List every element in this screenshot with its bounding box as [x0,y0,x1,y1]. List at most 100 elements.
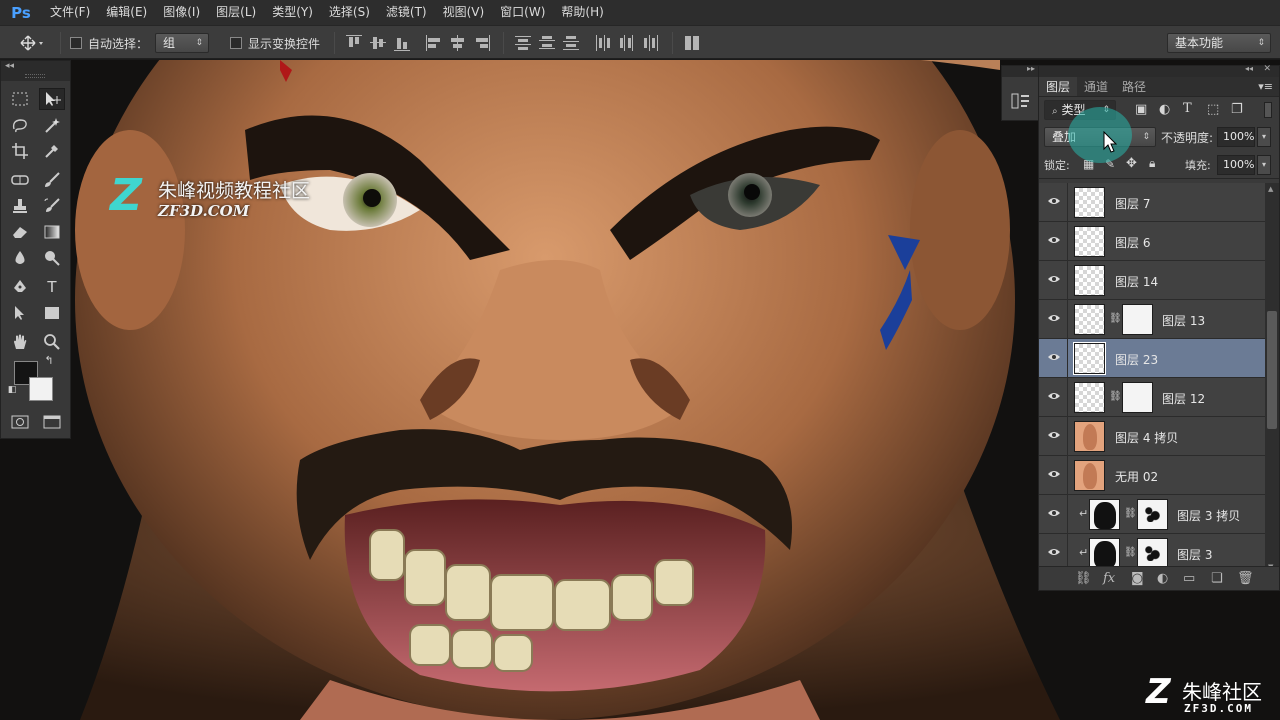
layer-thumbnail[interactable] [1073,342,1106,375]
layer-thumbnail[interactable] [1074,265,1105,296]
layer-name[interactable]: 图层 23 [1115,351,1158,368]
mask-link-icon[interactable]: ⛓ [1124,547,1137,558]
crop-icon[interactable] [7,140,33,162]
layer-name[interactable]: 图层 4 拷贝 [1115,429,1178,446]
opacity-slider-arrow-icon[interactable]: ▾ [1257,127,1271,147]
healing-icon[interactable] [7,169,33,191]
layer-thumbnail[interactable] [1074,460,1105,491]
layer-thumbnail[interactable] [1089,538,1120,569]
visibility-eye-icon[interactable] [1047,273,1061,283]
fill-field[interactable]: 100% [1217,155,1255,175]
menu-file[interactable]: 文件(F) [42,0,98,25]
layer-name[interactable]: 图层 6 [1115,234,1150,251]
menu-edit[interactable]: 编辑(E) [98,0,155,25]
distribute-hcenter-icon[interactable] [619,35,635,51]
layer-thumbnail[interactable] [1074,382,1105,413]
hand-icon[interactable] [7,331,33,353]
delete-layer-icon[interactable]: 🗑︎ [1237,571,1254,586]
layer-name[interactable]: 图层 3 [1177,546,1212,563]
layer-thumbnail[interactable] [1074,226,1105,257]
layer-row[interactable]: 无用 02 [1039,456,1265,495]
layer-mask-thumbnail[interactable] [1137,499,1168,530]
gradient-icon[interactable] [39,221,65,243]
layer-row[interactable]: 图层 14 [1039,261,1265,300]
layers-scrollbar[interactable]: ▲ ▼ [1265,183,1279,573]
layer-mask-thumbnail[interactable] [1122,382,1153,413]
align-bottom-edges-icon[interactable] [394,35,410,51]
background-color-swatch[interactable] [29,377,53,401]
layer-row[interactable]: 图层 23 [1039,339,1265,378]
move-tool-preset-icon[interactable] [20,34,46,52]
tab-layers[interactable]: 图层 [1039,77,1078,96]
layer-row[interactable]: 图层 4 拷贝 [1039,417,1265,456]
panel-menu-icon[interactable]: ▾≡ [1258,80,1273,93]
eraser-icon[interactable] [7,221,33,243]
layer-row[interactable]: ↵ ⛓ 图层 3 拷贝 [1039,495,1265,534]
menu-window[interactable]: 窗口(W) [492,0,553,25]
menu-view[interactable]: 视图(V) [435,0,493,25]
layer-name[interactable]: 图层 7 [1115,195,1150,212]
menu-type[interactable]: 类型(Y) [264,0,321,25]
dodge-icon[interactable] [39,247,65,269]
scroll-thumb[interactable] [1267,311,1277,429]
transform-controls-checkbox[interactable] [230,37,242,49]
visibility-eye-icon[interactable] [1047,312,1061,322]
menu-select[interactable]: 选择(S) [321,0,378,25]
screen-mode-icon[interactable] [39,411,65,433]
pen-icon[interactable] [7,276,33,298]
distribute-right-icon[interactable] [643,35,659,51]
marquee-icon[interactable] [7,88,33,110]
menu-image[interactable]: 图像(I) [155,0,208,25]
tab-channels[interactable]: 通道 [1077,77,1115,96]
collapse-icon[interactable]: ◂◂ [5,61,14,71]
menu-filter[interactable]: 滤镜(T) [378,0,435,25]
distribute-vcenter-icon[interactable] [539,35,555,51]
filter-adjustment-icon[interactable]: ◐ [1159,102,1170,117]
distribute-left-icon[interactable] [595,35,611,51]
tools-panel-header[interactable]: ◂◂ [1,61,70,81]
scroll-up-icon[interactable]: ▲ [1268,185,1273,193]
layer-name[interactable]: 图层 12 [1162,390,1205,407]
opacity-field[interactable]: 100% [1217,127,1255,147]
type-icon[interactable]: T [39,276,65,298]
layer-mask-thumbnail[interactable] [1137,538,1168,569]
layer-thumbnail[interactable] [1074,187,1105,218]
mask-link-icon[interactable]: ⛓ [1109,391,1122,402]
mask-link-icon[interactable]: ⛓ [1124,508,1137,519]
filter-type-icon[interactable]: T [1183,101,1192,116]
menu-layer[interactable]: 图层(L) [208,0,264,25]
align-right-edges-icon[interactable] [474,35,490,51]
lasso-icon[interactable] [7,114,33,136]
default-colors-icon[interactable]: ◧ [5,383,19,397]
menu-help[interactable]: 帮助(H) [553,0,611,25]
visibility-eye-icon[interactable] [1047,234,1061,244]
collapse-icon[interactable]: ◂◂ [1245,64,1253,73]
stamp-icon[interactable] [7,195,33,217]
auto-align-layers-icon[interactable] [684,35,700,51]
rectangle-icon[interactable] [39,302,65,324]
new-layer-icon[interactable]: ❏ [1211,571,1223,586]
layer-thumbnail[interactable] [1074,304,1105,335]
brush-icon[interactable] [39,169,65,191]
layer-name[interactable]: 图层 14 [1115,273,1158,290]
filter-pixel-icon[interactable]: ▣ [1135,102,1147,117]
workspace-dropdown[interactable]: 基本功能 ⇕ [1167,33,1271,53]
layer-thumbnail[interactable] [1074,421,1105,452]
fill-slider-arrow-icon[interactable]: ▾ [1257,155,1271,175]
visibility-eye-icon[interactable] [1047,546,1061,556]
add-mask-icon[interactable]: ◙ [1131,571,1144,586]
swap-colors-icon[interactable]: ↰ [39,353,59,367]
layer-row[interactable]: ⛓ 图层 13 [1039,300,1265,339]
visibility-eye-icon[interactable] [1047,195,1061,205]
magic-wand-icon[interactable] [39,114,65,136]
new-adjustment-layer-icon[interactable]: ◐ [1157,571,1168,586]
auto-select-checkbox[interactable] [70,37,82,49]
history-panel-icon[interactable] [1011,92,1031,110]
visibility-eye-icon[interactable] [1047,507,1061,517]
tab-paths[interactable]: 路径 [1115,77,1153,96]
add-layer-style-icon[interactable]: fx [1103,571,1115,586]
layer-row[interactable]: 图层 6 [1039,222,1265,261]
move-icon[interactable] [39,88,65,110]
new-group-icon[interactable]: ▭ [1183,571,1195,586]
lock-all-icon[interactable]: 🔒︎ [1149,156,1155,171]
